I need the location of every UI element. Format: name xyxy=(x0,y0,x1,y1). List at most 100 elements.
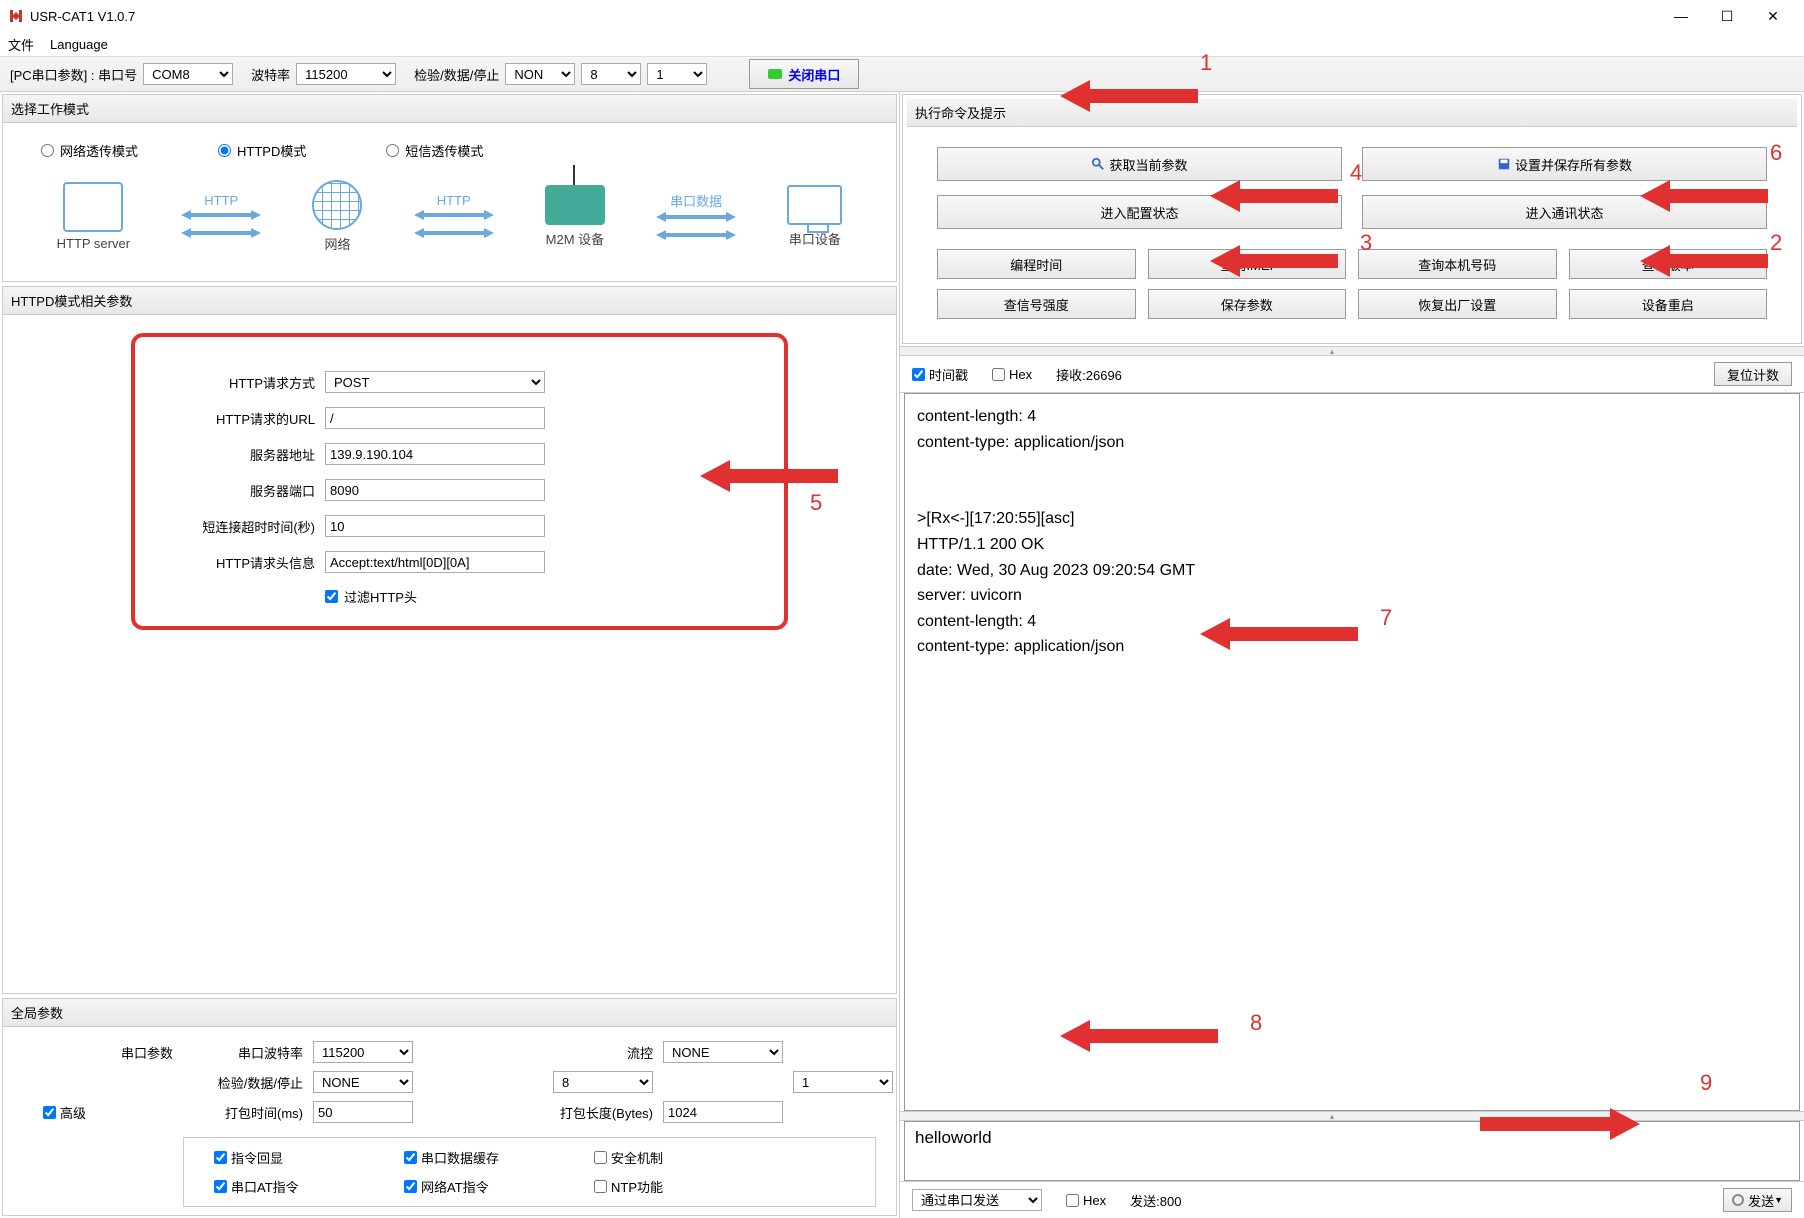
baud-select[interactable]: 115200 xyxy=(296,63,396,85)
httpd-params-title: HTTPD模式相关参数 xyxy=(3,287,896,315)
global-parity-select[interactable]: NONE xyxy=(313,1071,413,1093)
send-button[interactable]: 发送 ▼ xyxy=(1723,1188,1792,1212)
timestamp-checkbox[interactable]: 时间戳 xyxy=(912,365,968,384)
tx-hex-checkbox[interactable]: Hex xyxy=(1066,1193,1106,1208)
enter-comm-mode-button[interactable]: 进入通讯状态 xyxy=(1362,195,1767,229)
annotation-number-6: 6 xyxy=(1770,140,1782,166)
databits-select[interactable]: 8 xyxy=(581,63,641,85)
filter-http-header-checkbox[interactable] xyxy=(325,590,338,603)
parity-data-stop-label: 检验/数据/停止 xyxy=(414,65,499,84)
splitter-top[interactable] xyxy=(900,346,1804,356)
query-number-button[interactable]: 查询本机号码 xyxy=(1358,249,1557,279)
serial-baud-label: 串口波特率 xyxy=(183,1043,303,1062)
window-maximize-button[interactable]: ☐ xyxy=(1704,1,1750,31)
stopbits-select[interactable]: 1 xyxy=(647,63,707,85)
serial-params-label: 串口参数 xyxy=(23,1043,173,1062)
security-checkbox[interactable]: 安全机制 xyxy=(594,1148,744,1167)
parity-select[interactable]: NONE xyxy=(505,63,575,85)
pack-len-label: 打包长度(Bytes) xyxy=(553,1103,653,1122)
menu-file[interactable]: 文件 xyxy=(8,35,34,54)
mode-net-label: 网络透传模式 xyxy=(60,141,138,160)
splitter-bottom[interactable] xyxy=(900,1111,1804,1121)
send-toolbar: 通过串口发送 Hex 发送:800 发送 ▼ xyxy=(900,1181,1804,1218)
http-arrow-label: HTTP xyxy=(204,193,238,208)
advanced-checkbox[interactable]: 高级 xyxy=(43,1103,173,1122)
http-header-label: HTTP请求头信息 xyxy=(165,553,315,572)
save-params-button[interactable]: 保存参数 xyxy=(1148,289,1347,319)
window-close-button[interactable]: ✕ xyxy=(1750,1,1796,31)
server-port-input[interactable] xyxy=(325,479,545,501)
pack-time-label: 打包时间(ms) xyxy=(183,1103,303,1122)
mode-httpd-radio[interactable]: HTTPD模式 xyxy=(218,141,306,160)
http-method-label: HTTP请求方式 xyxy=(165,373,315,392)
timeout-input[interactable] xyxy=(325,515,545,537)
get-current-params-button[interactable]: 获取当前参数 xyxy=(937,147,1342,181)
ntp-checkbox[interactable]: NTP功能 xyxy=(594,1177,744,1196)
flow-control-select[interactable]: NONE xyxy=(663,1041,783,1063)
rx-hex-checkbox[interactable]: Hex xyxy=(992,367,1032,382)
cmd-echo-checkbox[interactable]: 指令回显 xyxy=(214,1148,364,1167)
enter-config-mode-button[interactable]: 进入配置状态 xyxy=(937,195,1342,229)
global-stopbits-select[interactable]: 1 xyxy=(793,1071,893,1093)
menu-language[interactable]: Language xyxy=(50,37,108,52)
server-addr-input[interactable] xyxy=(325,443,545,465)
toolbar: [PC串口参数] : 串口号 COM8 波特率 115200 检验/数据/停止 … xyxy=(0,56,1804,92)
httpd-params-highlight: HTTP请求方式POST HTTP请求的URL 服务器地址 服务器端口 短连接超… xyxy=(131,333,788,630)
pack-time-input[interactable] xyxy=(313,1101,413,1123)
network-label: 网络 xyxy=(324,234,350,253)
send-text-area[interactable]: helloworld xyxy=(904,1121,1800,1181)
global-pds-label: 检验/数据/停止 xyxy=(183,1073,303,1092)
serial-baud-select[interactable]: 115200 xyxy=(313,1041,413,1063)
receive-count-label: 接收:26696 xyxy=(1056,365,1122,384)
network-globe-icon xyxy=(312,180,362,230)
serial-cache-checkbox[interactable]: 串口数据缓存 xyxy=(404,1148,554,1167)
mode-httpd-label: HTTPD模式 xyxy=(237,141,306,160)
http-server-label: HTTP server xyxy=(57,236,130,251)
signal-strength-button[interactable]: 查信号强度 xyxy=(937,289,1136,319)
mode-sms-radio[interactable]: 短信透传模式 xyxy=(386,141,483,160)
work-mode-title: 选择工作模式 xyxy=(3,95,896,123)
command-group: 执行命令及提示 获取当前参数 设置并保存所有参数 进入配置状态 进入通讯状态 编… xyxy=(902,94,1802,344)
query-imei-button[interactable]: 查询IMEI xyxy=(1148,249,1347,279)
annotation-number-3: 3 xyxy=(1360,230,1372,256)
annotation-number-9: 9 xyxy=(1700,1070,1712,1096)
annotation-number-1: 1 xyxy=(1200,50,1212,76)
receive-text-area[interactable]: content-length: 4 content-type: applicat… xyxy=(904,393,1800,1111)
serial-device-icon xyxy=(787,185,842,225)
work-mode-group: 选择工作模式 网络透传模式 HTTPD模式 短信透传模式 HTTP server… xyxy=(2,94,897,282)
net-at-checkbox[interactable]: 网络AT指令 xyxy=(404,1177,554,1196)
send-status-icon xyxy=(1732,1194,1744,1206)
send-count-label: 发送:800 xyxy=(1130,1191,1181,1210)
serial-at-checkbox[interactable]: 串口AT指令 xyxy=(214,1177,364,1196)
set-save-all-params-button[interactable]: 设置并保存所有参数 xyxy=(1362,147,1767,181)
mode-sms-label: 短信透传模式 xyxy=(405,141,483,160)
com-port-select[interactable]: COM8 xyxy=(143,63,233,85)
send-via-select[interactable]: 通过串口发送 xyxy=(912,1189,1042,1211)
compile-time-button[interactable]: 编程时间 xyxy=(937,249,1136,279)
flow-control-label: 流控 xyxy=(553,1043,653,1062)
port-status-led-icon xyxy=(768,69,782,79)
device-reboot-button[interactable]: 设备重启 xyxy=(1569,289,1768,319)
window-title: USR-CAT1 V1.0.7 xyxy=(30,9,1658,24)
mode-net-transparent-radio[interactable]: 网络透传模式 xyxy=(41,141,138,160)
menu-bar: 文件 Language xyxy=(0,32,1804,56)
window-minimize-button[interactable]: — xyxy=(1658,1,1704,31)
factory-reset-button[interactable]: 恢复出厂设置 xyxy=(1358,289,1557,319)
query-version-button[interactable]: 查询版本 xyxy=(1569,249,1768,279)
http-url-input[interactable] xyxy=(325,407,545,429)
close-port-button[interactable]: 关闭串口 xyxy=(749,59,859,89)
global-databits-select[interactable]: 8 xyxy=(553,1071,653,1093)
pack-len-input[interactable] xyxy=(663,1101,783,1123)
filter-http-header-label: 过滤HTTP头 xyxy=(344,587,417,606)
mode-diagram: HTTP server HTTP 网络 HTTP M2M 设备 串口数据 串口设… xyxy=(11,170,888,273)
httpd-params-group: HTTPD模式相关参数 HTTP请求方式POST HTTP请求的URL 服务器地… xyxy=(2,286,897,994)
http-method-select[interactable]: POST xyxy=(325,371,545,393)
annotation-number-7: 7 xyxy=(1380,605,1392,631)
app-logo-icon xyxy=(8,8,24,24)
annotation-number-8: 8 xyxy=(1250,1010,1262,1036)
http-header-input[interactable] xyxy=(325,551,545,573)
reset-count-button[interactable]: 复位计数 xyxy=(1714,362,1792,386)
annotation-number-5: 5 xyxy=(810,490,822,516)
magnifier-icon xyxy=(1091,157,1105,171)
annotation-number-4: 4 xyxy=(1350,160,1362,186)
